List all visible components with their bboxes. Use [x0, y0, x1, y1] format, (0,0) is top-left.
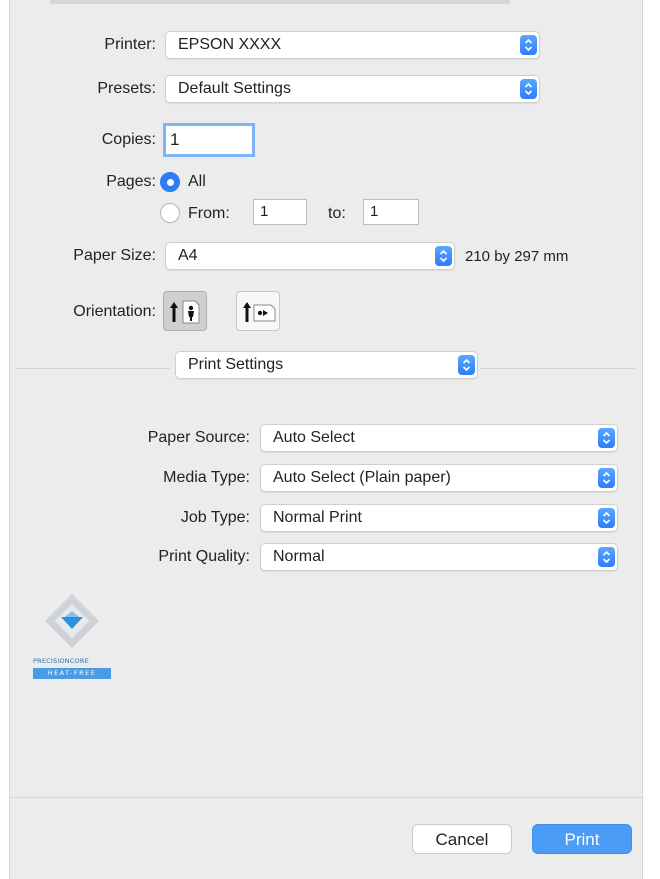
pages-from-label: From:	[188, 205, 230, 222]
chevron-updown-icon	[458, 355, 475, 375]
chevron-updown-icon	[598, 428, 615, 448]
portrait-icon	[170, 300, 200, 324]
divider-left	[15, 368, 170, 369]
logo-line1: PRECISIONCORE	[33, 657, 89, 665]
logo-line2: HEAT-FREE	[33, 668, 111, 679]
paper-size-select[interactable]: A4	[165, 242, 455, 270]
print-dialog: Printer: EPSON XXXX Presets: Default Set…	[9, 0, 644, 879]
media-type-value: Auto Select (Plain paper)	[273, 469, 451, 486]
landscape-icon	[243, 302, 276, 322]
bottom-divider	[10, 797, 644, 798]
section-menu-select[interactable]: Print Settings	[175, 351, 478, 379]
printer-select-value: EPSON XXXX	[178, 36, 282, 53]
chevron-updown-icon	[435, 246, 452, 266]
print-button[interactable]: Print	[532, 824, 632, 854]
job-type-value: Normal Print	[273, 509, 362, 526]
printer-label: Printer:	[104, 36, 156, 53]
section-menu-value: Print Settings	[188, 356, 284, 373]
print-quality-label: Print Quality:	[158, 548, 250, 565]
paper-size-value: A4	[178, 247, 198, 264]
presets-select-value: Default Settings	[178, 80, 291, 97]
cancel-button[interactable]: Cancel	[412, 824, 512, 854]
media-type-select[interactable]: Auto Select (Plain paper)	[260, 464, 618, 492]
printer-select[interactable]: EPSON XXXX	[165, 31, 540, 59]
title-bar-edge	[50, 0, 510, 4]
chevron-updown-icon	[520, 35, 537, 55]
divider-right	[480, 368, 635, 369]
presets-label: Presets:	[97, 80, 156, 97]
paper-source-label: Paper Source:	[147, 429, 250, 446]
pages-label: Pages:	[106, 173, 156, 190]
chevron-updown-icon	[598, 508, 615, 528]
chevron-updown-icon	[598, 547, 615, 567]
print-quality-value: Normal	[273, 548, 325, 565]
portrait-orientation-button[interactable]	[163, 291, 207, 331]
pages-all-radio[interactable]	[160, 172, 180, 192]
chevron-updown-icon	[520, 79, 537, 99]
job-type-select[interactable]: Normal Print	[260, 504, 618, 532]
pages-to-input[interactable]: 1	[363, 199, 419, 225]
pages-to-label: to:	[328, 205, 346, 222]
paper-size-label: Paper Size:	[73, 247, 156, 264]
paper-dimensions: 210 by 297 mm	[465, 248, 569, 265]
paper-source-select[interactable]: Auto Select	[260, 424, 618, 452]
orientation-label: Orientation:	[73, 303, 156, 320]
pages-range-radio[interactable]	[160, 203, 180, 223]
pages-all-label: All	[188, 173, 206, 190]
landscape-orientation-button[interactable]	[236, 291, 280, 331]
copies-input[interactable]: 1	[163, 123, 255, 157]
copies-label: Copies:	[101, 131, 156, 148]
paper-source-value: Auto Select	[273, 429, 355, 446]
media-type-label: Media Type:	[163, 469, 250, 486]
pages-from-input[interactable]: 1	[253, 199, 307, 225]
job-type-label: Job Type:	[180, 509, 250, 526]
presets-select[interactable]: Default Settings	[165, 75, 540, 103]
chevron-updown-icon	[598, 468, 615, 488]
precisioncore-logo-icon	[45, 594, 99, 648]
print-quality-select[interactable]: Normal	[260, 543, 618, 571]
